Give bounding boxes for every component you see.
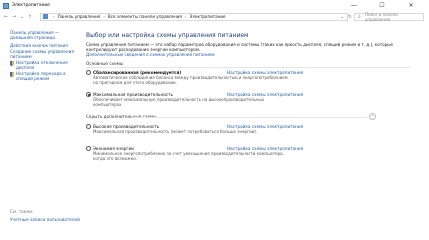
sidebar-sleep-link[interactable]: Настройка перехода в спящий режим (16, 71, 80, 81)
title-bar: Электропитание — ☐ ✕ (0, 0, 429, 11)
plan-radio[interactable] (86, 146, 91, 151)
control-panel-window: Электропитание — ☐ ✕ ← → ⌄ ↑ › Панель уп… (0, 0, 429, 240)
sidebar-display-off-link[interactable]: Настройка отключения дисплея (16, 60, 80, 70)
section-divider (132, 117, 367, 118)
uac-shield-icon (10, 71, 14, 77)
refresh-button[interactable]: ↻ (346, 14, 354, 20)
configure-plan-link[interactable]: Настройка схемы электропитания (227, 70, 303, 75)
breadcrumb-all-items[interactable]: Все элементы панели управления (108, 14, 182, 19)
minimize-button[interactable]: — (344, 0, 364, 11)
search-placeholder: Поиск в панели управления (365, 11, 398, 22)
see-also-title: См. также (10, 209, 33, 214)
plan-name: Экономия энергии (93, 145, 134, 151)
plan-name: Сбалансированная (рекомендуется) (93, 69, 182, 75)
control-panel-icon (43, 14, 48, 19)
window-title: Электропитание (12, 3, 50, 8)
address-dropdown-button[interactable]: ⌄ (341, 14, 344, 19)
configure-plan-link[interactable]: Настройка схемы электропитания (227, 146, 303, 151)
plan-description: Обеспечивает максимальную производительн… (93, 97, 265, 107)
see-also-section: См. также Учетные записи пользователей (10, 209, 80, 222)
close-button[interactable]: ✕ (401, 0, 421, 11)
sidebar: Панель управления — домашняя страница Де… (10, 30, 80, 81)
configure-plan-link[interactable]: Настройка схемы электропитания (227, 92, 303, 97)
plan-radio[interactable] (86, 124, 91, 129)
main-content: Выбор или настройка схемы управления пит… (86, 32, 421, 166)
breadcrumb-separator: › (184, 14, 187, 19)
plan-balanced[interactable]: Сбалансированная (рекомендуется) Настрой… (86, 68, 421, 90)
breadcrumb-separator: › (103, 14, 105, 19)
plan-description: Минимальное энергопотребление за счет ум… (93, 151, 284, 161)
intro-text: Схема управления питанием — это набор па… (86, 42, 421, 57)
sidebar-display-off-item[interactable]: Настройка отключения дисплея (10, 60, 80, 70)
page-title: Выбор или настройка схемы управления пит… (86, 32, 249, 39)
breadcrumb-control-panel[interactable]: Панель управления (58, 14, 101, 19)
back-button[interactable]: ← (2, 14, 10, 20)
sidebar-power-buttons-link[interactable]: Действия кнопок питания (10, 43, 80, 48)
navigation-bar: ← → ⌄ ↑ › Панель управления › Все элемен… (0, 11, 429, 22)
power-options-icon (3, 2, 9, 9)
sidebar-create-plan-link[interactable]: Создание схемы управления питанием (10, 49, 80, 59)
collapse-chevron-icon[interactable]: ⌃ (369, 113, 376, 120)
plan-power-saver[interactable]: Экономия энергии Настройка схемы электро… (86, 144, 421, 166)
breadcrumb-separator: › (53, 14, 55, 19)
plan-radio-selected[interactable] (86, 92, 91, 97)
hide-additional-plans[interactable]: Скрыть дополнительные схемы ⌃ (86, 113, 421, 122)
plan-name: Высокая производительность (93, 123, 160, 129)
configure-plan-link[interactable]: Настройка схемы электропитания (227, 124, 303, 129)
plan-name: Максимальная производительность (93, 91, 173, 97)
breadcrumb-power-options[interactable]: Электропитание (189, 14, 225, 19)
uac-shield-icon (10, 60, 14, 66)
plan-high-performance[interactable]: Высокая производительность Настройка схе… (86, 122, 421, 144)
preferred-plans-title: Основные схемы (86, 61, 124, 66)
plan-radio[interactable] (86, 70, 91, 75)
sidebar-sleep-item[interactable]: Настройка перехода в спящий режим (10, 71, 80, 81)
forward-button[interactable]: → (10, 14, 18, 20)
up-button[interactable]: ↑ (26, 14, 34, 20)
maximize-button[interactable]: ☐ (372, 0, 392, 11)
recent-locations-button[interactable]: ⌄ (18, 14, 26, 20)
address-bar[interactable]: › Панель управления › Все элементы панел… (40, 12, 348, 21)
search-icon: ⌕ (358, 14, 361, 20)
plan-ultimate-performance[interactable]: Максимальная производительность Настройк… (86, 90, 421, 112)
sidebar-home-link[interactable]: Панель управления — домашняя страница (10, 30, 80, 40)
user-accounts-link[interactable]: Учетные записи пользователей (10, 217, 80, 222)
more-info-link[interactable]: Дополнительные сведения о схемах управле… (86, 52, 214, 57)
plan-description: Автоматическое соблюдение баланса между … (93, 75, 288, 85)
search-box[interactable]: ⌕ Поиск в панели управления (354, 11, 424, 22)
plan-description: Максимальная производительность (может п… (93, 129, 258, 134)
intro-description: Схема управления питанием — это набор па… (86, 42, 393, 52)
